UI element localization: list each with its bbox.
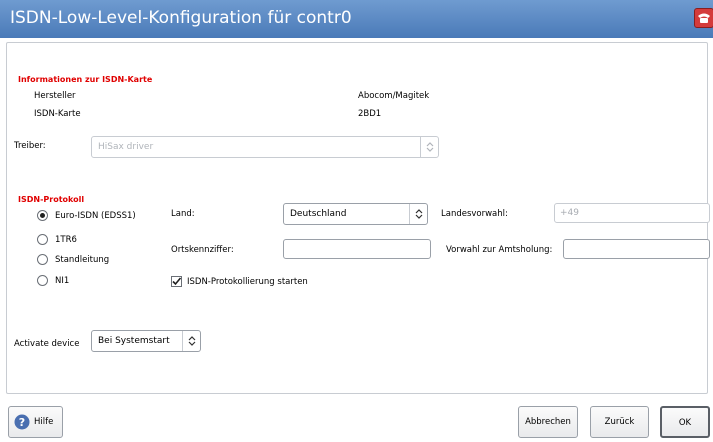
country-label: Land: [171, 209, 195, 219]
window-titlebar: ISDN-Low-Level-Konfiguration für contr0 [0, 0, 713, 38]
isdn-card-label: ISDN-Karte [34, 109, 81, 119]
country-code-label: Landesvorwahl: [441, 209, 508, 219]
country-code-field[interactable]: +49 [554, 203, 710, 223]
radio-euro-isdn[interactable] [37, 210, 48, 221]
driver-label: Treiber: [14, 141, 46, 151]
driver-value: HiSax driver [98, 142, 154, 152]
updown-arrow-icon [182, 331, 200, 351]
cancel-button[interactable]: Abbrechen [518, 406, 578, 438]
radio-ni1[interactable] [37, 275, 48, 286]
radio-euro-isdn-label: Euro-ISDN (EDSS1) [55, 211, 136, 221]
driver-combobox[interactable]: HiSax driver [91, 136, 439, 158]
protocol-heading: ISDN-Protokoll [18, 195, 85, 204]
country-combobox[interactable]: Deutschland [283, 203, 428, 225]
isdn-phone-icon [694, 8, 713, 28]
activate-value: Bei Systemstart [98, 336, 170, 346]
cancel-label: Abbrechen [525, 417, 571, 427]
window-title: ISDN-Low-Level-Konfiguration für contr0 [10, 8, 352, 28]
card-info-heading: Informationen zur ISDN-Karte [18, 75, 153, 84]
back-label: Zurück [604, 417, 635, 427]
radio-standleitung-label: Standleitung [55, 255, 110, 265]
updown-arrow-icon [409, 204, 427, 224]
area-code-field[interactable] [283, 239, 431, 259]
area-code-label: Ortskennziffer: [171, 245, 234, 255]
radio-1tr6[interactable] [37, 234, 48, 245]
svg-text:?: ? [19, 416, 25, 429]
activate-label: Activate device [14, 339, 80, 349]
radio-ni1-label: NI1 [55, 276, 70, 286]
isdn-card-value: 2BD1 [358, 109, 382, 119]
country-code-value: +49 [560, 208, 579, 218]
back-button[interactable]: Zurück [590, 406, 649, 438]
help-label: Hilfe [34, 417, 54, 427]
checkmark-icon [172, 277, 182, 286]
outside-line-field[interactable] [563, 239, 710, 259]
ok-label: OK [678, 418, 692, 428]
radio-standleitung[interactable] [37, 254, 48, 265]
logging-label: ISDN-Protokollierung starten [187, 277, 308, 287]
manufacturer-label: Hersteller [34, 91, 76, 101]
country-value: Deutschland [290, 209, 347, 219]
radio-1tr6-label: 1TR6 [55, 235, 77, 245]
ok-button[interactable]: OK [660, 406, 710, 438]
activate-combobox[interactable]: Bei Systemstart [91, 330, 201, 352]
updown-arrow-icon [420, 137, 438, 157]
outside-line-label: Vorwahl zur Amtsholung: [446, 245, 553, 255]
help-button[interactable]: ? Hilfe [8, 406, 63, 438]
logging-checkbox[interactable] [171, 276, 182, 287]
manufacturer-value: Abocom/Magitek [358, 91, 430, 101]
help-icon: ? [14, 414, 30, 430]
